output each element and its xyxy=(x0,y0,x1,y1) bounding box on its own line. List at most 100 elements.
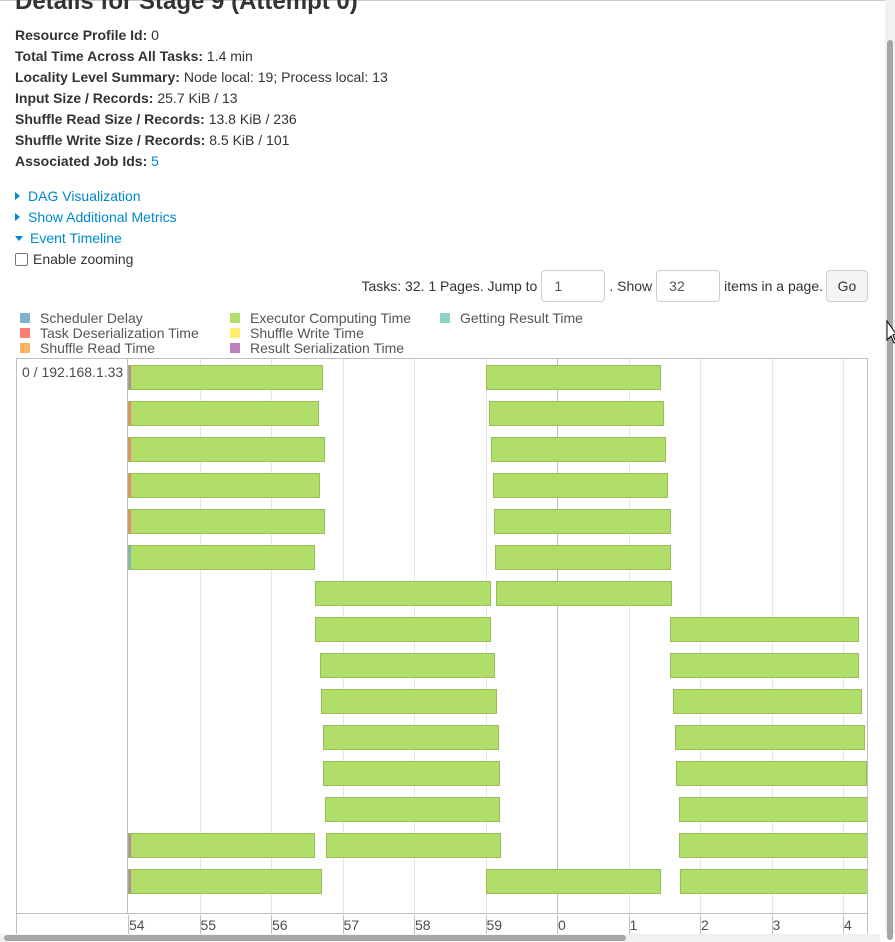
task-bar[interactable] xyxy=(485,869,661,894)
task-bar[interactable] xyxy=(315,617,491,642)
task-bar[interactable] xyxy=(669,653,859,678)
horizontal-scrollbar[interactable] xyxy=(0,934,880,942)
zoom-toggle-row: Enable zooming xyxy=(15,250,133,268)
expander-label: Event Timeline xyxy=(30,230,122,246)
summary-value: 13.8 KiB / 236 xyxy=(208,111,297,127)
legend-scheduler-delay: Scheduler Delay xyxy=(20,311,143,326)
timeline-time-axis: 54 55 56 57 58 59 0 1 2 3 4 xyxy=(16,913,868,935)
expander-label: Show Additional Metrics xyxy=(28,209,177,225)
jump-to-page-input[interactable] xyxy=(541,270,606,302)
task-bar[interactable] xyxy=(679,869,867,894)
task-bar[interactable] xyxy=(323,725,500,750)
mouse-cursor-icon xyxy=(886,320,895,344)
task-bar[interactable] xyxy=(128,473,320,498)
axis-tick-label: 54 xyxy=(129,917,145,933)
event-timeline[interactable]: 0 / 192.168.1.33 xyxy=(16,358,868,918)
task-bar[interactable] xyxy=(489,401,665,426)
vertical-scrollbar[interactable] xyxy=(885,0,895,940)
task-bar[interactable] xyxy=(325,797,500,822)
axis-tick-label: 56 xyxy=(272,917,288,933)
summary-shuffle-write: Shuffle Write Size / Records: 8.5 KiB / … xyxy=(15,131,388,152)
task-bar[interactable] xyxy=(678,833,867,858)
task-bar[interactable] xyxy=(128,833,316,858)
enable-zooming-checkbox[interactable] xyxy=(15,253,28,266)
legend-swatch xyxy=(230,313,240,323)
summary-label: Shuffle Write Size / Records: xyxy=(15,132,206,148)
task-bar[interactable] xyxy=(678,797,867,822)
summary-value: 25.7 KiB / 13 xyxy=(157,90,238,106)
task-bar-segment xyxy=(129,402,131,425)
legend-label: Result Serialization Time xyxy=(250,340,405,356)
legend-label: Getting Result Time xyxy=(460,310,583,326)
legend-label: Shuffle Read Time xyxy=(40,340,155,356)
task-bar-segment xyxy=(129,546,131,569)
task-bar[interactable] xyxy=(494,545,671,570)
page-size-input[interactable] xyxy=(656,270,721,302)
horizontal-scroll-thumb[interactable] xyxy=(4,935,626,941)
task-bar[interactable] xyxy=(669,617,859,642)
summary-label: Input Size / Records: xyxy=(15,90,154,106)
task-bar[interactable] xyxy=(496,581,673,606)
go-button[interactable]: Go xyxy=(826,270,868,302)
axis-tick-label: 58 xyxy=(415,917,431,933)
summary-job-ids: Associated Job Ids: 5 xyxy=(15,152,388,173)
axis-tick-label: 57 xyxy=(343,917,360,933)
job-id-link[interactable]: 5 xyxy=(151,153,159,169)
task-bar[interactable] xyxy=(485,365,661,390)
legend-swatch xyxy=(440,313,450,323)
task-bar[interactable] xyxy=(493,473,668,498)
caret-down-icon xyxy=(15,236,23,241)
summary-value: 0 xyxy=(151,27,159,43)
dag-visualization-toggle[interactable]: DAG Visualization xyxy=(15,187,177,208)
legend-label: Scheduler Delay xyxy=(40,310,143,326)
task-bar[interactable] xyxy=(128,437,326,462)
stage-summary: Resource Profile Id: 0 Total Time Across… xyxy=(15,26,388,173)
summary-locality: Locality Level Summary: Node local: 19; … xyxy=(15,68,388,89)
task-bar[interactable] xyxy=(128,401,319,426)
additional-metrics-toggle[interactable]: Show Additional Metrics xyxy=(15,208,177,229)
axis-tick-label: 0 xyxy=(558,917,566,933)
summary-label: Shuffle Read Size / Records: xyxy=(15,111,205,127)
task-bar[interactable] xyxy=(323,761,500,786)
task-bar[interactable] xyxy=(128,509,326,534)
task-bar[interactable] xyxy=(319,653,495,678)
task-bar[interactable] xyxy=(128,545,316,570)
task-bar[interactable] xyxy=(674,725,866,750)
summary-label: Total Time Across All Tasks: xyxy=(15,48,204,64)
executor-label: 0 / 192.168.1.33 xyxy=(22,364,124,380)
summary-shuffle-read: Shuffle Read Size / Records: 13.8 KiB / … xyxy=(15,110,388,131)
task-bar-segment xyxy=(129,438,131,461)
legend-getting-result: Getting Result Time xyxy=(440,311,583,326)
task-bar[interactable] xyxy=(676,761,867,786)
enable-zooming-label: Enable zooming xyxy=(33,251,134,267)
task-bar[interactable] xyxy=(672,689,863,714)
legend-shuffle-write: Shuffle Write Time xyxy=(230,326,364,341)
event-timeline-toggle[interactable]: Event Timeline xyxy=(15,229,177,250)
expander-label: DAG Visualization xyxy=(28,188,141,204)
legend-label: Executor Computing Time xyxy=(250,310,412,326)
pager-suffix: items in a page. xyxy=(724,278,823,294)
summary-label: Resource Profile Id: xyxy=(15,27,148,43)
summary-input-size: Input Size / Records: 25.7 KiB / 13 xyxy=(15,89,388,110)
task-bar[interactable] xyxy=(321,689,497,714)
axis-tick-label: 2 xyxy=(701,917,709,933)
summary-value: Node local: 19; Process local: 13 xyxy=(183,69,388,85)
caret-right-icon xyxy=(15,213,20,221)
axis-tick-label: 1 xyxy=(629,917,638,933)
task-bar[interactable] xyxy=(128,869,323,894)
axis-tick-label: 59 xyxy=(486,917,503,933)
summary-resource-profile: Resource Profile Id: 0 xyxy=(15,26,388,47)
legend-swatch xyxy=(20,343,30,353)
legend-swatch xyxy=(20,328,30,338)
task-bar[interactable] xyxy=(326,833,502,858)
task-bar[interactable] xyxy=(491,437,667,462)
legend-executor-computing: Executor Computing Time xyxy=(230,311,411,326)
legend-label: Task Deserialization Time xyxy=(40,325,199,341)
axis-tick-label: 4 xyxy=(844,917,852,933)
vertical-scroll-thumb[interactable] xyxy=(887,40,893,940)
task-bar[interactable] xyxy=(315,581,492,606)
task-bar[interactable] xyxy=(128,365,324,390)
caret-right-icon xyxy=(15,192,20,200)
task-bar-segment xyxy=(129,870,131,893)
task-bar[interactable] xyxy=(494,509,671,534)
